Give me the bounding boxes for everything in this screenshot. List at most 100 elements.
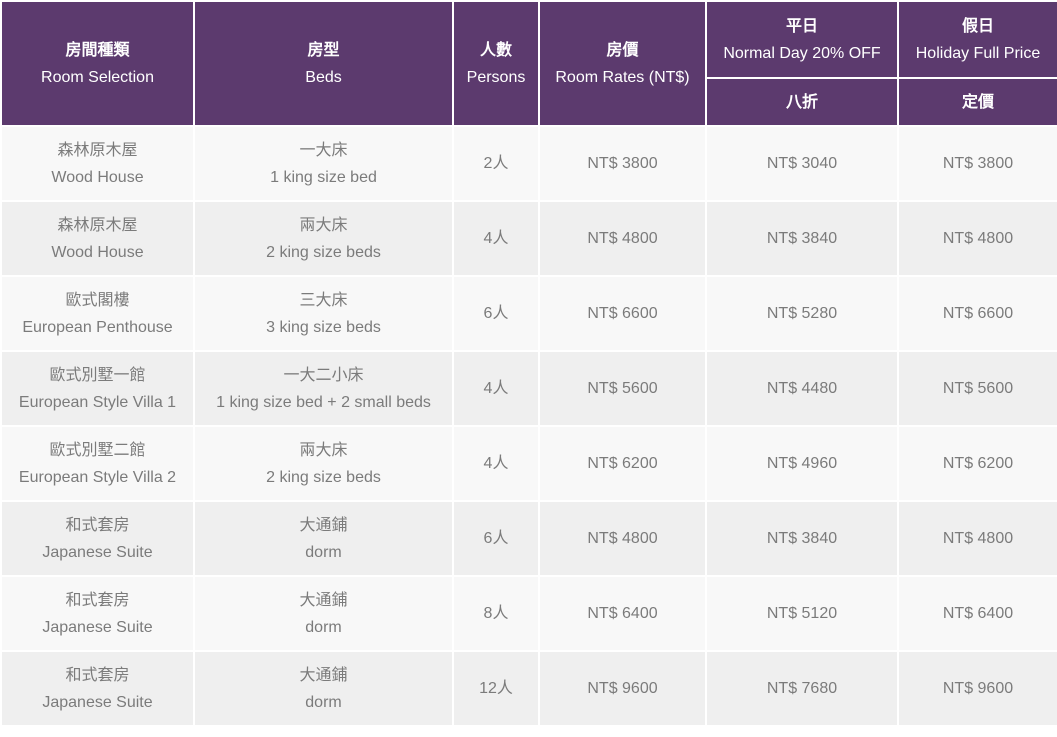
room-cell: 森林原木屋 Wood House (0, 200, 195, 277)
normal-day-subheader: 八折 (705, 77, 899, 127)
holiday-header-en: Holiday Full Price (915, 44, 1041, 62)
persons-cell: 6人 (452, 500, 540, 577)
room-name-en: European Style Villa 1 (18, 393, 177, 411)
normal-day-price-cell: NT$ 3040 (705, 125, 899, 202)
persons-header-zh: 人數 (479, 41, 512, 59)
header-row: 房間種類 Room Selection 房型 Beds 人數 Persons 房… (0, 0, 1057, 127)
room-rates-header: 房價 Room Rates (NT$) (538, 0, 707, 127)
normal-day-price-cell: NT$ 5280 (705, 275, 899, 352)
room-selection-header-en: Room Selection (41, 68, 154, 86)
holiday-price-cell: NT$ 4800 (897, 500, 1057, 577)
room-name-zh: 和式套房 (65, 516, 130, 534)
persons-cell: 6人 (452, 275, 540, 352)
table-row: 歐式別墅二館 European Style Villa 2 兩大床 2 king si… (0, 425, 1057, 502)
persons-cell: 4人 (452, 200, 540, 277)
room-selection-header-zh: 房間種類 (65, 41, 130, 59)
normal-day-price-cell: NT$ 7680 (705, 650, 899, 727)
room-name-en: Japanese Suite (42, 618, 153, 636)
persons-cell: 2人 (452, 125, 540, 202)
room-name-zh: 森林原木屋 (57, 216, 138, 234)
table-row: 森林原木屋 Wood House 兩大床 2 king size beds 4人 NT$ … (0, 200, 1057, 277)
room-cell: 歐式別墅一館 European Style Villa 1 (0, 350, 195, 427)
room-name-en: Japanese Suite (42, 543, 153, 561)
persons-cell: 12人 (452, 650, 540, 727)
holiday-price-cell: NT$ 6200 (897, 425, 1057, 502)
room-name-en: European Style Villa 2 (18, 468, 177, 486)
normal-day-header: 平日 Normal Day 20% OFF (705, 0, 899, 79)
room-cell: 歐式閣樓 European Penthouse (0, 275, 195, 352)
normal-day-header-zh: 平日 (785, 17, 818, 35)
beds-cell: 一大二小床 1 king size bed + 2 small beds (193, 350, 454, 427)
bed-type-zh: 大通鋪 (299, 666, 348, 684)
holiday-price-cell: NT$ 4800 (897, 200, 1057, 277)
room-rate-cell: NT$ 4800 (538, 500, 707, 577)
table-row: 歐式閣樓 European Penthouse 三大床 3 king size bed… (0, 275, 1057, 352)
bed-type-en: dorm (305, 618, 342, 636)
beds-cell: 一大床 1 king size bed (193, 125, 454, 202)
room-name-zh: 歐式閣樓 (65, 291, 130, 309)
normal-day-price-cell: NT$ 3840 (705, 500, 899, 577)
persons-header-en: Persons (466, 68, 526, 86)
table-row: 和式套房 Japanese Suite 大通鋪 dorm 8人 NT$ 6400 NT$ 5… (0, 575, 1057, 652)
room-name-en: Wood House (51, 243, 144, 261)
bed-type-en: 1 king size bed + 2 small beds (216, 393, 431, 411)
room-name-zh: 和式套房 (65, 666, 130, 684)
normal-day-price-cell: NT$ 4480 (705, 350, 899, 427)
holiday-price-cell: NT$ 9600 (897, 650, 1057, 727)
room-rates-table: 房間種類 Room Selection 房型 Beds 人數 Persons 房… (0, 0, 1057, 727)
normal-day-price-cell: NT$ 4960 (705, 425, 899, 502)
beds-cell: 兩大床 2 king size beds (193, 200, 454, 277)
holiday-subheader: 定價 (897, 77, 1057, 127)
beds-cell: 大通鋪 dorm (193, 500, 454, 577)
persons-cell: 4人 (452, 350, 540, 427)
beds-cell: 三大床 3 king size beds (193, 275, 454, 352)
room-name-zh: 歐式別墅一館 (49, 366, 146, 384)
room-rates-header-en: Room Rates (NT$) (555, 68, 690, 86)
bed-type-zh: 兩大床 (299, 441, 348, 459)
room-name-zh: 歐式別墅二館 (49, 441, 146, 459)
holiday-price-cell: NT$ 5600 (897, 350, 1057, 427)
bed-type-en: 1 king size bed (270, 168, 377, 186)
table-row: 和式套房 Japanese Suite 大通鋪 dorm 12人 NT$ 9600 NT$ … (0, 650, 1057, 727)
room-name-zh: 森林原木屋 (57, 141, 138, 159)
room-cell: 和式套房 Japanese Suite (0, 575, 195, 652)
bed-type-en: 2 king size beds (266, 243, 381, 261)
holiday-header: 假日 Holiday Full Price (897, 0, 1057, 79)
room-cell: 歐式別墅二館 European Style Villa 2 (0, 425, 195, 502)
room-name-zh: 和式套房 (65, 591, 130, 609)
bed-type-en: 2 king size beds (266, 468, 381, 486)
holiday-price-cell: NT$ 6400 (897, 575, 1057, 652)
room-rates-header-zh: 房價 (606, 41, 639, 59)
room-name-en: European Penthouse (22, 318, 173, 336)
room-cell: 森林原木屋 Wood House (0, 125, 195, 202)
room-name-en: Wood House (51, 168, 144, 186)
bed-type-zh: 大通鋪 (299, 591, 348, 609)
table-body: 森林原木屋 Wood House 一大床 1 king size bed 2人 NT$ 3… (0, 125, 1057, 727)
bed-type-en: dorm (305, 543, 342, 561)
normal-day-price-cell: NT$ 5120 (705, 575, 899, 652)
room-rate-cell: NT$ 3800 (538, 125, 707, 202)
bed-type-en: dorm (305, 693, 342, 711)
beds-header-zh: 房型 (307, 41, 340, 59)
bed-type-zh: 大通鋪 (299, 516, 348, 534)
beds-header-en: Beds (305, 68, 342, 86)
persons-header: 人數 Persons (452, 0, 540, 127)
table-row: 歐式別墅一館 European Style Villa 1 一大二小床 1 king … (0, 350, 1057, 427)
room-cell: 和式套房 Japanese Suite (0, 650, 195, 727)
bed-type-zh: 一大二小床 (283, 366, 364, 384)
room-selection-header: 房間種類 Room Selection (0, 0, 195, 127)
holiday-header-zh: 假日 (961, 17, 994, 35)
bed-type-zh: 三大床 (299, 291, 348, 309)
room-rate-cell: NT$ 4800 (538, 200, 707, 277)
room-rate-cell: NT$ 6600 (538, 275, 707, 352)
persons-cell: 4人 (452, 425, 540, 502)
room-rate-cell: NT$ 6200 (538, 425, 707, 502)
room-name-en: Japanese Suite (42, 693, 153, 711)
room-rate-cell: NT$ 9600 (538, 650, 707, 727)
bed-type-zh: 一大床 (299, 141, 348, 159)
beds-cell: 兩大床 2 king size beds (193, 425, 454, 502)
room-cell: 和式套房 Japanese Suite (0, 500, 195, 577)
bed-type-en: 3 king size beds (266, 318, 381, 336)
bed-type-zh: 兩大床 (299, 216, 348, 234)
beds-header: 房型 Beds (193, 0, 454, 127)
